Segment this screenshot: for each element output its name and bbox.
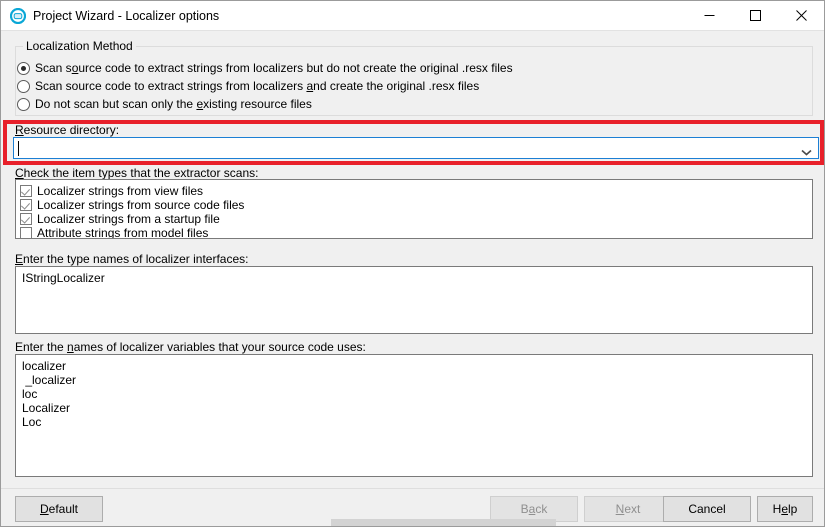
minimize-icon — [704, 15, 714, 16]
interface-types-label: Enter the type names of localizer interf… — [15, 252, 249, 266]
interface-types-textarea[interactable]: IStringLocalizer — [15, 266, 813, 334]
checkbox-indicator[interactable] — [20, 198, 32, 211]
radio-indicator[interactable] — [17, 61, 30, 75]
close-button[interactable] — [778, 1, 824, 30]
radio-option-label: Scan source code to extract strings from… — [35, 61, 513, 75]
text-line: IStringLocalizer — [22, 271, 105, 285]
minimize-button[interactable] — [686, 1, 732, 30]
radio-option-scan-no-resx[interactable]: Scan source code to extract strings from… — [17, 59, 513, 77]
radio-indicator[interactable] — [17, 79, 30, 93]
text-line: Localizer — [22, 401, 71, 415]
checkbox-indicator[interactable] — [20, 184, 32, 197]
maximize-icon — [749, 10, 761, 21]
variable-names-label: Enter the names of localizer variables t… — [15, 340, 366, 354]
radio-option-scan-create-resx[interactable]: Scan source code to extract strings from… — [17, 77, 479, 95]
background-taskbar-sliver — [331, 519, 556, 526]
item-types-label: Check the item types that the extractor … — [15, 166, 259, 180]
footer-divider — [1, 488, 824, 489]
radio-option-label: Scan source code to extract strings from… — [35, 79, 480, 93]
checkbox-label: Localizer strings from source code files — [37, 197, 245, 212]
text-line: Loc — [22, 415, 42, 429]
radio-indicator[interactable] — [17, 97, 30, 111]
checkbox-label: Attribute strings from model files — [37, 225, 209, 239]
checkbox-row-source-code-files[interactable]: Localizer strings from source code files — [20, 197, 244, 212]
radio-option-existing-only[interactable]: Do not scan but scan only the existing r… — [17, 95, 312, 113]
checkbox-indicator[interactable] — [20, 212, 32, 225]
checkbox-row-model-files[interactable]: Attribute strings from model files — [20, 225, 209, 239]
checkbox-row-startup-file[interactable]: Localizer strings from a startup file — [20, 211, 220, 226]
chevron-down-icon[interactable] — [801, 145, 812, 156]
window-title: Project Wizard - Localizer options — [33, 9, 220, 23]
cancel-button[interactable]: Cancel — [663, 496, 751, 522]
text-caret — [18, 141, 19, 156]
resource-directory-label: Resource directory: — [15, 123, 120, 137]
close-icon — [795, 10, 807, 21]
maximize-button[interactable] — [732, 1, 778, 30]
checkbox-label: Localizer strings from view files — [37, 183, 204, 198]
text-line: _localizer — [22, 373, 77, 387]
radio-option-label: Do not scan but scan only the existing r… — [35, 97, 312, 111]
title-bar: Project Wizard - Localizer options — [1, 1, 824, 31]
resource-directory-combobox[interactable] — [13, 137, 819, 159]
variable-names-textarea[interactable]: localizer _localizer loc Localizer Loc — [15, 354, 813, 477]
text-line: localizer — [22, 359, 67, 373]
default-button[interactable]: Default — [15, 496, 103, 522]
checkbox-label: Localizer strings from a startup file — [37, 211, 220, 226]
next-button[interactable]: Next — [584, 496, 672, 522]
checkbox-indicator[interactable] — [20, 226, 32, 238]
text-line: loc — [22, 387, 38, 401]
localization-method-legend: Localization Method — [23, 40, 136, 53]
app-circle-icon — [9, 7, 27, 25]
checkbox-row-view-files[interactable]: Localizer strings from view files — [20, 183, 203, 198]
dialog-window: Project Wizard - Localizer options Local… — [0, 0, 825, 527]
item-types-listbox[interactable]: Localizer strings from view files Locali… — [15, 179, 813, 239]
help-button[interactable]: He lp — [757, 496, 813, 522]
